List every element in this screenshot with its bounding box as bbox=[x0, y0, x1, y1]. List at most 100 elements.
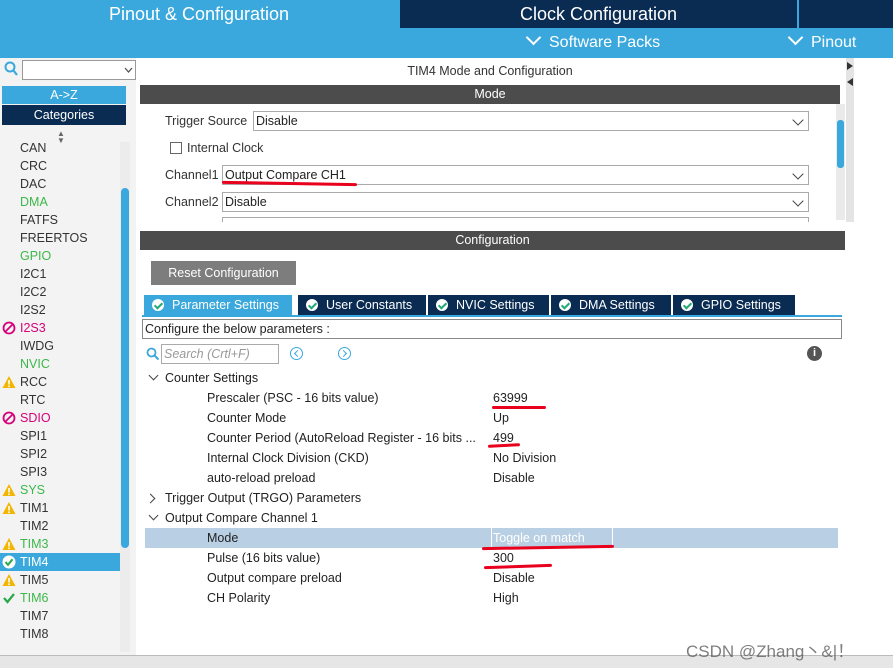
sidebar-item-sys[interactable]: SYS bbox=[0, 481, 122, 499]
configuration-header: Configuration bbox=[140, 231, 845, 250]
sidebar-item-spi3[interactable]: SPI3 bbox=[0, 463, 122, 481]
group-counter-settings[interactable]: Counter Settings bbox=[145, 368, 838, 388]
param-value[interactable]: 63999 bbox=[493, 388, 528, 408]
sidebar-item-nvic[interactable]: NVIC bbox=[0, 355, 122, 373]
sidebar-item-tim6[interactable]: TIM6 bbox=[0, 589, 122, 607]
sidebar-item-i2c2[interactable]: I2C2 bbox=[0, 283, 122, 301]
sidebar-item-i2s3[interactable]: I2S3 bbox=[0, 319, 122, 337]
sidebar-item-tim8[interactable]: TIM8 bbox=[0, 625, 122, 643]
watermark: CSDN @Zhang丶&|！ bbox=[686, 642, 855, 661]
param-label: Mode bbox=[207, 531, 239, 545]
channel1-value: Output Compare CH1 bbox=[225, 168, 346, 182]
trigger-source-label: Trigger Source bbox=[165, 114, 248, 128]
pinout-menu[interactable]: Pinout bbox=[787, 28, 856, 58]
sidebar-item-dma[interactable]: DMA bbox=[0, 193, 122, 211]
mode-header: Mode bbox=[140, 85, 840, 104]
check-circle-icon bbox=[436, 299, 448, 311]
param-ch-polarity[interactable]: CH Polarity High bbox=[145, 588, 838, 608]
sidebar-item-label: CRC bbox=[20, 159, 48, 173]
sidebar-item-tim7[interactable]: TIM7 bbox=[0, 607, 122, 625]
sidebar-item-gpio[interactable]: GPIO bbox=[0, 247, 122, 265]
sidebar-item-dac[interactable]: DAC bbox=[0, 175, 122, 193]
next-result-icon[interactable] bbox=[338, 347, 351, 360]
tab-gpio-settings[interactable]: GPIO Settings bbox=[673, 295, 795, 315]
param-prescaler[interactable]: Prescaler (PSC - 16 bits value) 63999 bbox=[145, 388, 838, 408]
side-collapse-strip[interactable] bbox=[846, 58, 854, 222]
sidebar-item-tim5[interactable]: TIM5 bbox=[0, 571, 122, 589]
chevron-down-icon bbox=[792, 168, 804, 180]
sidebar-item-i2s2[interactable]: I2S2 bbox=[0, 301, 122, 319]
sidebar-item-fatfs[interactable]: FATFS bbox=[0, 211, 122, 229]
channel2-label: Channel2 bbox=[165, 195, 219, 209]
tab-parameter-settings[interactable]: Parameter Settings bbox=[144, 295, 292, 315]
sidebar-item-label: TIM4 bbox=[20, 555, 49, 569]
peripheral-search-input[interactable] bbox=[22, 60, 136, 80]
tab-pinout-configuration[interactable]: Pinout & Configuration bbox=[0, 0, 398, 28]
sidebar-item-tim3[interactable]: TIM3 bbox=[0, 535, 122, 553]
param-counter-mode[interactable]: Counter Mode Up bbox=[145, 408, 838, 428]
sidebar-item-label: SPI2 bbox=[20, 447, 48, 461]
sidebar-item-spi2[interactable]: SPI2 bbox=[0, 445, 122, 463]
param-value[interactable]: Disable bbox=[493, 468, 535, 488]
software-packs-label: Software Packs bbox=[549, 34, 661, 51]
param-value[interactable]: Disable bbox=[493, 568, 535, 588]
group-output-compare-channel1[interactable]: Output Compare Channel 1 bbox=[145, 508, 838, 528]
info-icon[interactable]: i bbox=[807, 346, 822, 361]
sidebar-item-spi1[interactable]: SPI1 bbox=[0, 427, 122, 445]
channel3-select-partial[interactable] bbox=[222, 217, 809, 222]
sidebar-item-rcc[interactable]: RCC bbox=[0, 373, 122, 391]
tab-label: User Constants bbox=[326, 298, 413, 312]
param-value[interactable]: High bbox=[493, 588, 519, 608]
collapse-arrows-icon[interactable] bbox=[846, 58, 854, 98]
sort-az-button[interactable]: A->Z bbox=[2, 86, 126, 104]
parameter-search-input[interactable]: Search (Crtl+F) bbox=[161, 344, 279, 364]
sidebar-item-iwdg[interactable]: IWDG bbox=[0, 337, 122, 355]
sidebar-item-freertos[interactable]: FREERTOS bbox=[0, 229, 122, 247]
sidebar-item-label: SPI1 bbox=[20, 429, 48, 443]
left-scrollbar-thumb[interactable] bbox=[121, 188, 129, 548]
warning-icon bbox=[2, 483, 16, 497]
param-value[interactable]: Up bbox=[493, 408, 509, 428]
tab-nvic-settings[interactable]: NVIC Settings bbox=[428, 295, 549, 315]
group-trigger-output[interactable]: Trigger Output (TRGO) Parameters bbox=[145, 488, 838, 508]
param-label: Output compare preload bbox=[207, 571, 342, 585]
sidebar-item-label: NVIC bbox=[20, 357, 50, 371]
sidebar-item-i2c1[interactable]: I2C1 bbox=[0, 265, 122, 283]
param-clock-division[interactable]: Internal Clock Division (CKD) No Divisio… bbox=[145, 448, 838, 468]
forbidden-icon bbox=[2, 411, 16, 425]
reset-configuration-button[interactable]: Reset Configuration bbox=[151, 261, 296, 285]
sidebar-item-can[interactable]: CAN bbox=[0, 142, 122, 157]
trigger-source-value: Disable bbox=[256, 114, 298, 128]
previous-result-icon[interactable] bbox=[290, 347, 303, 360]
param-output-compare-preload[interactable]: Output compare preload Disable bbox=[145, 568, 838, 588]
tab-user-constants[interactable]: User Constants bbox=[298, 295, 426, 315]
tab-dma-settings[interactable]: DMA Settings bbox=[551, 295, 671, 315]
check-circle-icon bbox=[681, 299, 693, 311]
param-autoreload-preload[interactable]: auto-reload preload Disable bbox=[145, 468, 838, 488]
mode-scrollbar-thumb[interactable] bbox=[837, 120, 844, 168]
expand-chevron-icon[interactable] bbox=[148, 370, 159, 381]
expand-chevron-icon[interactable] bbox=[145, 493, 156, 504]
param-label: auto-reload preload bbox=[207, 471, 316, 485]
channel2-select[interactable]: Disable bbox=[222, 192, 809, 212]
expand-chevron-icon[interactable] bbox=[148, 510, 159, 521]
sidebar-item-sdio[interactable]: SDIO bbox=[0, 409, 122, 427]
categories-button[interactable]: Categories bbox=[2, 105, 126, 125]
sidebar-item-tim4[interactable]: TIM4 bbox=[0, 553, 122, 571]
sidebar-item-label: I2C2 bbox=[20, 285, 47, 299]
trigger-source-select[interactable]: Disable bbox=[253, 111, 809, 131]
sidebar-item-crc[interactable]: CRC bbox=[0, 157, 122, 175]
tab-clock-configuration[interactable]: Clock Configuration bbox=[400, 0, 797, 28]
sidebar-item-tim2[interactable]: TIM2 bbox=[0, 517, 122, 535]
warning-icon bbox=[2, 537, 16, 551]
param-value[interactable]: No Division bbox=[493, 448, 556, 468]
tab-underline bbox=[142, 315, 842, 317]
tab-extra[interactable] bbox=[799, 0, 893, 28]
param-mode[interactable]: Mode Toggle on match bbox=[145, 528, 838, 548]
param-label: CH Polarity bbox=[207, 591, 271, 605]
sidebar-item-rtc[interactable]: RTC bbox=[0, 391, 122, 409]
software-packs-menu[interactable]: Software Packs bbox=[525, 28, 661, 58]
chevron-down-icon bbox=[124, 67, 133, 73]
sidebar-item-tim1[interactable]: TIM1 bbox=[0, 499, 122, 517]
internal-clock-checkbox[interactable] bbox=[170, 142, 182, 154]
